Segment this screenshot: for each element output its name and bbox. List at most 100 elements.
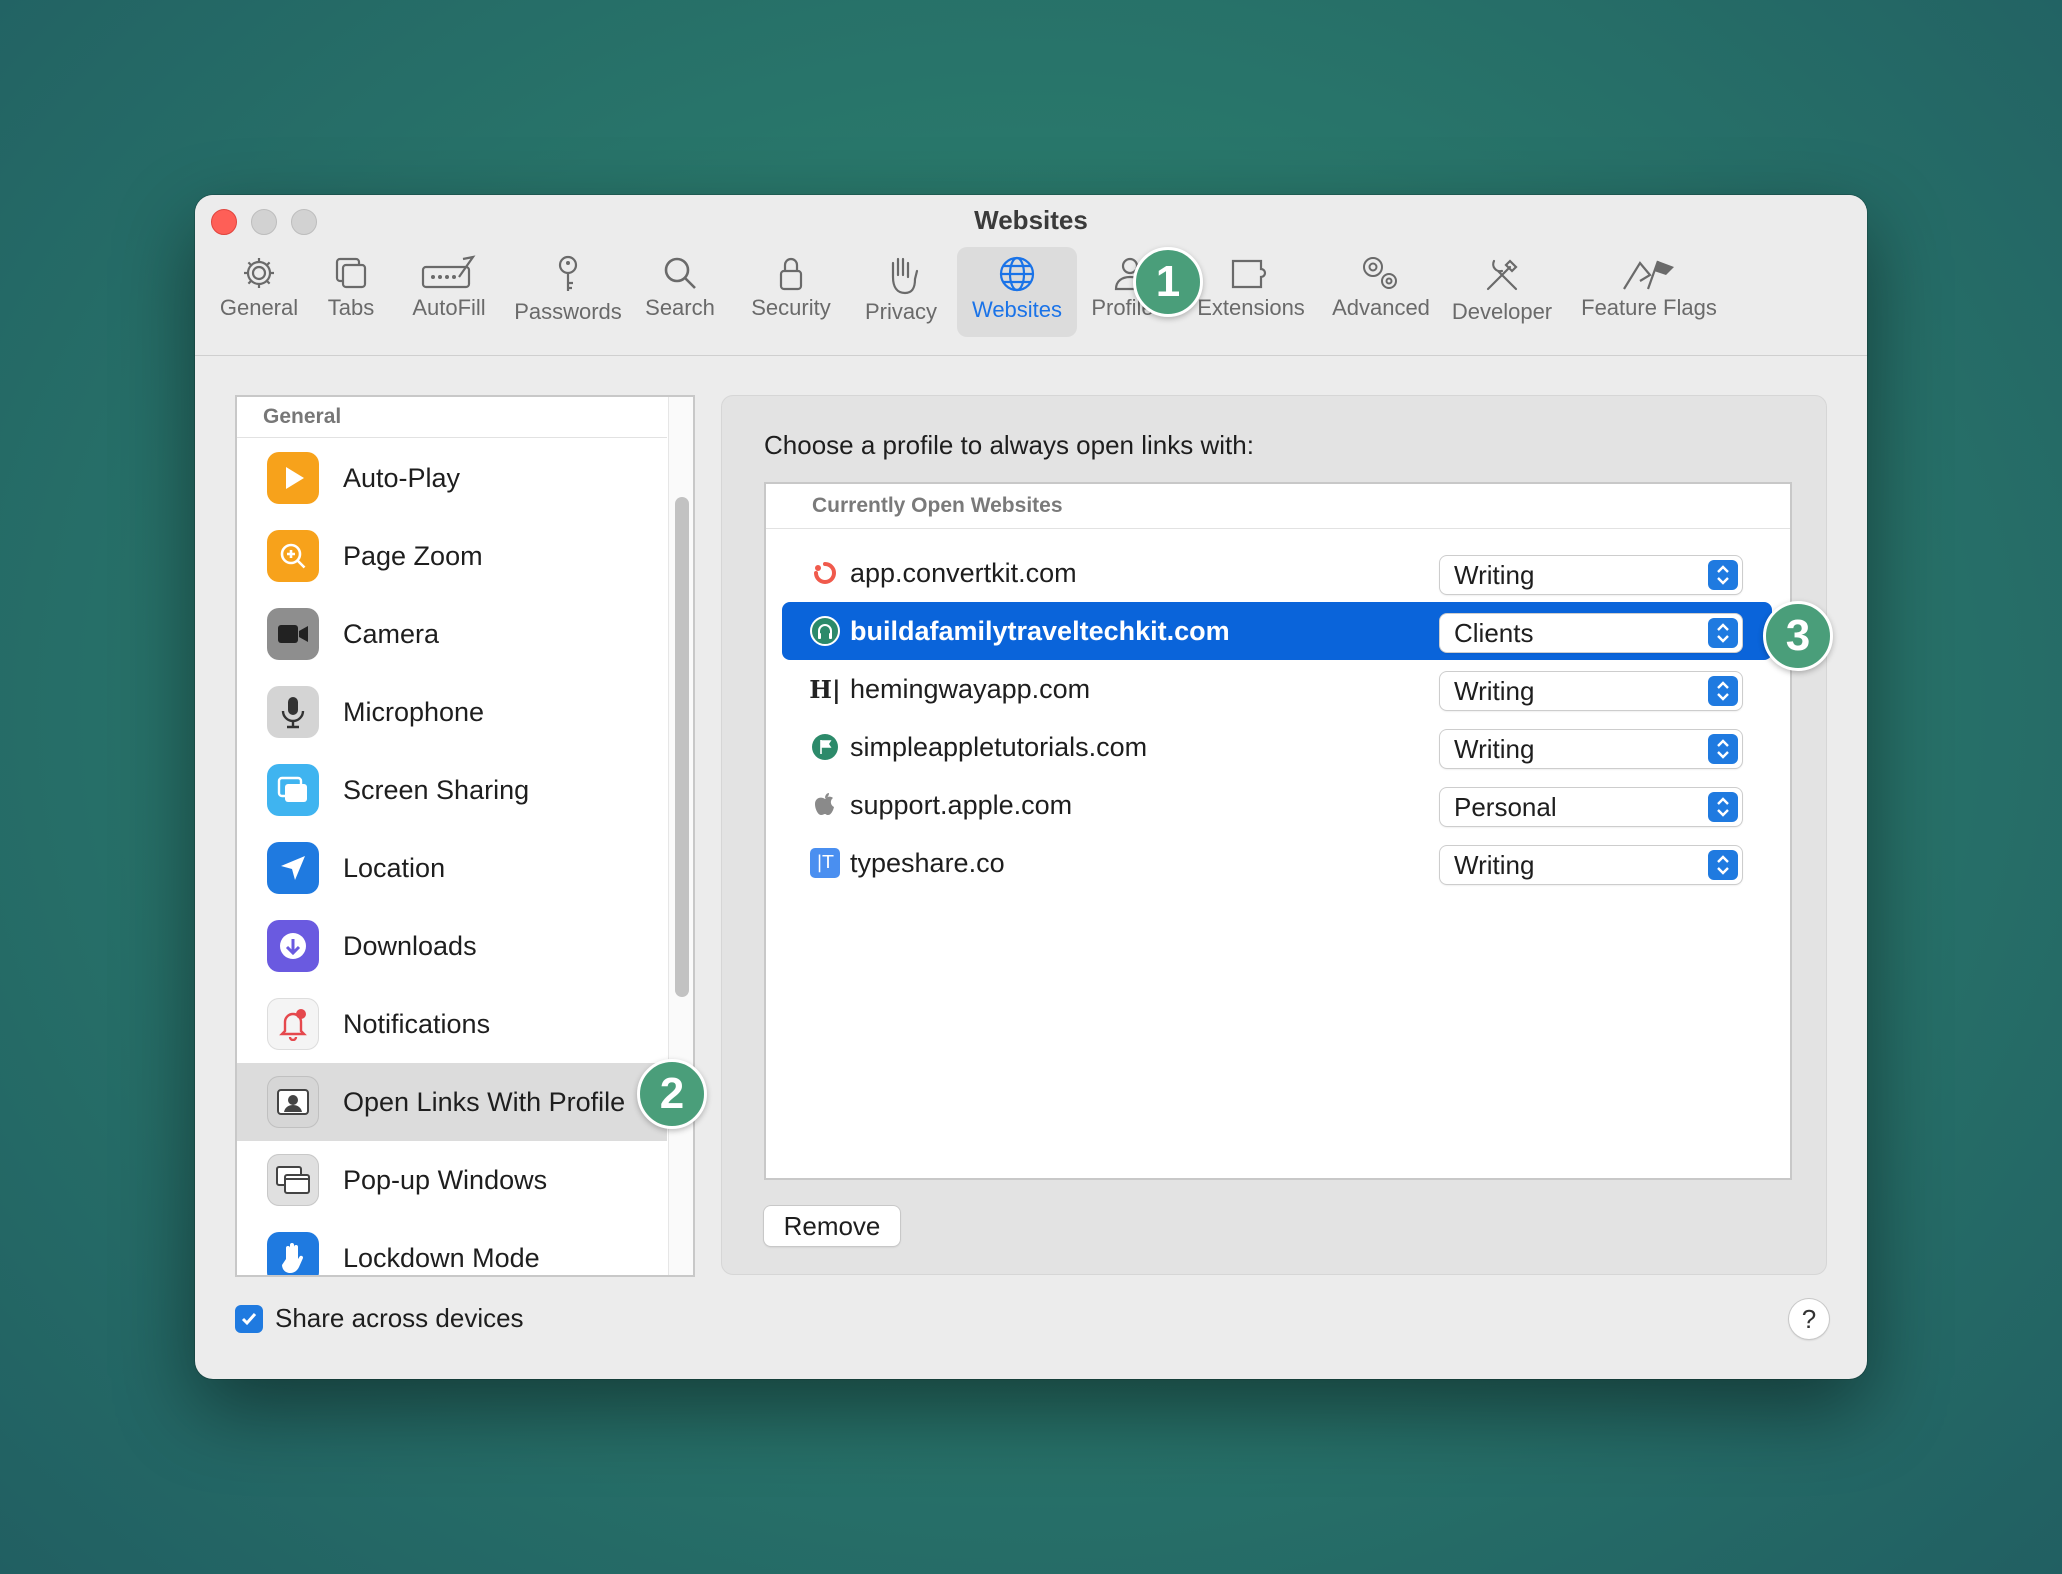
sidebar-item-label: Lockdown Mode (343, 1242, 540, 1273)
tab-label: Passwords (514, 299, 622, 324)
profile-select-value: Writing (1454, 676, 1535, 706)
tab-passwords[interactable]: Passwords (507, 247, 629, 337)
profile-links-panel: Choose a profile to always open links wi… (721, 395, 1827, 1275)
tab-label: Developer (1451, 299, 1553, 324)
sidebar-item-label: Screen Sharing (343, 774, 530, 805)
popup-windows-icon (267, 1154, 319, 1206)
profile-select[interactable]: Personal (1440, 788, 1742, 826)
table-row[interactable]: app.convertkit.com Writing (782, 544, 1772, 602)
sidebar-item-location[interactable]: Location (237, 829, 667, 907)
site-name: hemingwayapp.com (850, 673, 1091, 704)
profile-select[interactable]: Writing (1440, 730, 1742, 768)
sidebar: General Auto-Play Page Zoom Camera Micro… (235, 395, 695, 1277)
help-button[interactable]: ? (1789, 1299, 1829, 1339)
sidebar-item-label: Location (343, 852, 446, 883)
sidebar-item-auto-play[interactable]: Auto-Play (237, 439, 667, 517)
table-row[interactable]: support.apple.com Personal (782, 776, 1772, 834)
sidebar-scrollbar[interactable] (675, 497, 689, 997)
tab-autofill[interactable]: AutoFill (401, 247, 497, 337)
updown-chevron-icon (1708, 618, 1738, 648)
table-row[interactable]: buildafamilytraveltechkit.com Clients (782, 602, 1772, 660)
updown-chevron-icon (1708, 676, 1738, 706)
tab-advanced[interactable]: Advanced (1327, 247, 1435, 337)
updown-chevron-icon (1708, 792, 1738, 822)
table-row[interactable]: |T typeshare.co Writing (782, 834, 1772, 892)
globe-icon (957, 253, 1077, 295)
profile-select-value: Writing (1454, 560, 1535, 590)
sidebar-item-label: Downloads (343, 930, 477, 961)
tab-security[interactable]: Security (745, 247, 837, 337)
divider (766, 528, 1790, 529)
profile-select-value: Personal (1454, 792, 1557, 822)
flag-favicon-icon (810, 732, 840, 762)
screen-sharing-icon (267, 764, 319, 816)
tab-tabs[interactable]: Tabs (319, 247, 383, 337)
updown-chevron-icon (1708, 734, 1738, 764)
sidebar-item-notifications[interactable]: Notifications (237, 985, 667, 1063)
tab-label: Advanced (1332, 295, 1430, 320)
tab-developer[interactable]: Developer (1445, 247, 1559, 337)
search-icon (637, 253, 723, 293)
headphones-favicon-icon (810, 616, 840, 646)
site-name: buildafamilytraveltechkit.com (850, 615, 1230, 646)
location-arrow-icon (267, 842, 319, 894)
tools-icon (1445, 253, 1559, 297)
sidebar-item-camera[interactable]: Camera (237, 595, 667, 673)
share-checkbox[interactable] (235, 1304, 263, 1333)
profile-card-icon (267, 1076, 319, 1128)
sidebar-item-page-zoom[interactable]: Page Zoom (237, 517, 667, 595)
lock-icon (745, 253, 837, 293)
site-name: simpleappletutorials.com (850, 731, 1148, 762)
download-icon (267, 920, 319, 972)
callout-badge-1: 1 (1133, 247, 1203, 317)
puzzle-icon (1191, 253, 1311, 293)
profile-select[interactable]: Writing (1440, 672, 1742, 710)
tab-feature-flags[interactable]: Feature Flags (1575, 247, 1723, 337)
sidebar-section-title: General (263, 405, 342, 428)
hemingway-favicon-icon: H| (809, 674, 841, 704)
typeshare-favicon-icon: |T (810, 848, 840, 878)
sidebar-item-open-links-with-profile[interactable]: Open Links With Profile (237, 1063, 667, 1141)
site-name: app.convertkit.com (850, 557, 1077, 588)
profile-select-value: Writing (1454, 734, 1535, 764)
profile-select[interactable]: Clients (1440, 614, 1742, 652)
websites-table: Currently Open Websites app.convertkit.c… (764, 482, 1792, 1180)
sidebar-item-downloads[interactable]: Downloads (237, 907, 667, 985)
share-across-devices[interactable]: Share across devices (235, 1303, 524, 1334)
tab-search[interactable]: Search (637, 247, 723, 337)
profile-select[interactable]: Writing (1440, 556, 1742, 594)
tab-label: Websites (971, 297, 1063, 322)
tab-extensions[interactable]: Extensions (1191, 247, 1311, 337)
remove-button[interactable]: Remove (764, 1206, 900, 1246)
microphone-icon (267, 686, 319, 738)
convertkit-favicon-icon (810, 558, 840, 588)
tab-general[interactable]: General (217, 247, 301, 337)
sidebar-item-lockdown-mode[interactable]: Lockdown Mode (237, 1219, 667, 1275)
updown-chevron-icon (1708, 850, 1738, 880)
divider (237, 437, 667, 438)
raised-hand-icon (267, 1232, 319, 1275)
tab-label: Search (645, 295, 715, 320)
share-label: Share across devices (275, 1303, 524, 1333)
gears-icon (1327, 253, 1435, 293)
gear-icon (217, 253, 301, 293)
profile-select-value: Writing (1454, 850, 1535, 880)
callout-badge-3: 3 (1763, 601, 1833, 671)
table-row[interactable]: H| hemingwayapp.com Writing (782, 660, 1772, 718)
profile-select[interactable]: Writing (1440, 846, 1742, 884)
hand-icon (859, 253, 943, 297)
tabs-icon (319, 253, 383, 293)
site-name: typeshare.co (850, 847, 1005, 878)
sidebar-item-popup-windows[interactable]: Pop-up Windows (237, 1141, 667, 1219)
table-row[interactable]: simpleappletutorials.com Writing (782, 718, 1772, 776)
preferences-window: Websites General Tabs AutoFill Passwords… (195, 195, 1867, 1379)
apple-favicon-icon (810, 790, 840, 820)
favicon-text: H| (809, 674, 841, 704)
updown-chevron-icon (1708, 560, 1738, 590)
sidebar-item-screen-sharing[interactable]: Screen Sharing (237, 751, 667, 829)
favicon-text: |T (810, 848, 840, 878)
tab-websites[interactable]: Websites (957, 247, 1077, 337)
sidebar-item-microphone[interactable]: Microphone (237, 673, 667, 751)
tab-privacy[interactable]: Privacy (859, 247, 943, 337)
sidebar-item-label: Notifications (343, 1008, 491, 1039)
